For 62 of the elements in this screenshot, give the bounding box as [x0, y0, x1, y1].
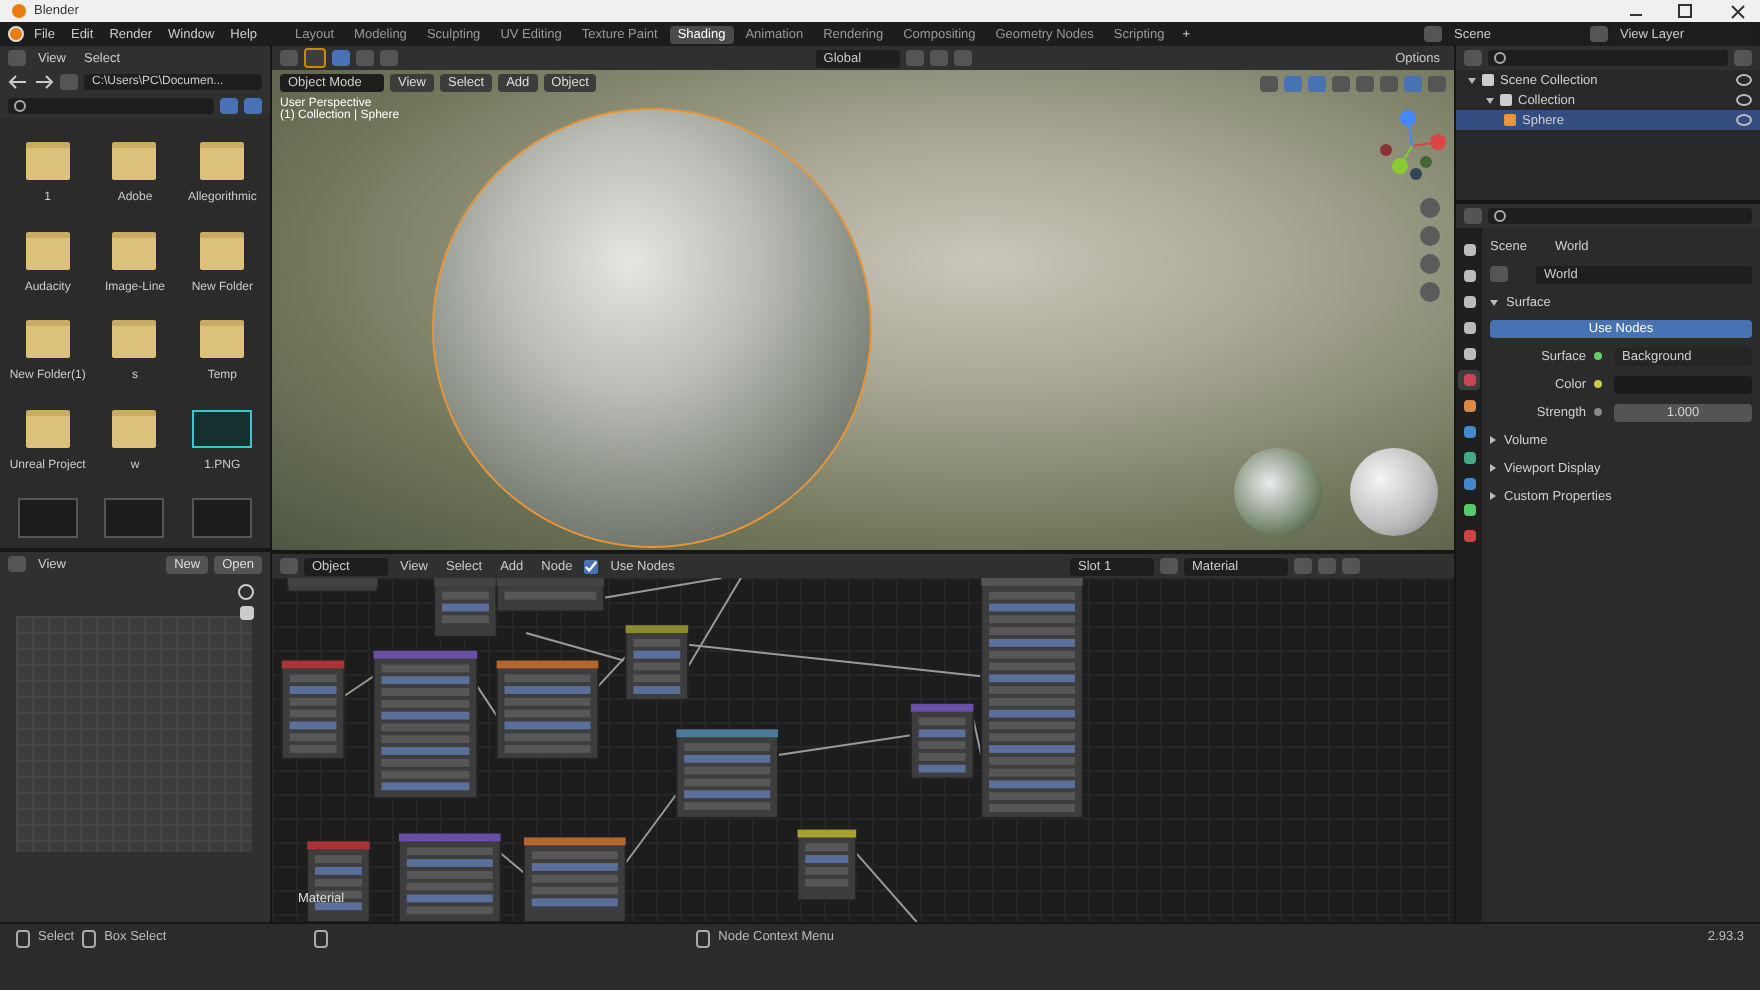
- shader-node[interactable]: [372, 649, 479, 800]
- expand-arrow-icon[interactable]: [1486, 97, 1494, 103]
- shader-node[interactable]: [495, 659, 600, 760]
- expand-arrow-icon: [1490, 299, 1498, 305]
- expand-arrow-icon: [1490, 492, 1496, 500]
- hdri-preview-sphere: [1234, 448, 1322, 536]
- shader-node[interactable]: [675, 728, 779, 819]
- properties-tab[interactable]: [1458, 240, 1480, 260]
- shader-node[interactable]: [286, 578, 379, 593]
- expand-arrow-icon: [1490, 436, 1496, 444]
- properties-tab[interactable]: [1458, 422, 1480, 442]
- properties-tab[interactable]: [1458, 526, 1480, 546]
- search-field[interactable]: [1488, 50, 1728, 66]
- node-link: [476, 685, 498, 717]
- search-field[interactable]: [8, 98, 214, 114]
- shader-node[interactable]: [980, 578, 1084, 819]
- properties-tab[interactable]: [1458, 448, 1480, 468]
- properties-tab[interactable]: [1458, 474, 1480, 494]
- socket-icon: [1594, 408, 1602, 416]
- object-icon: [1504, 114, 1516, 126]
- node-link: [499, 852, 525, 874]
- node-link: [972, 718, 983, 756]
- mouse-icon: [314, 930, 329, 948]
- search-field[interactable]: [1488, 208, 1752, 224]
- cursor-tool-icon[interactable]: [304, 48, 326, 68]
- maximize-icon[interactable]: [1678, 4, 1692, 18]
- shader-node[interactable]: [495, 578, 606, 613]
- socket-icon: [1594, 380, 1602, 388]
- search-icon: [1494, 210, 1506, 222]
- file-thumbnail[interactable]: [17, 498, 78, 539]
- shader-node[interactable]: [523, 836, 627, 922]
- hdri-preview-sphere: [1350, 448, 1438, 536]
- image-thumbnail[interactable]: [192, 409, 253, 448]
- properties-tab[interactable]: [1458, 500, 1480, 520]
- shader-node[interactable]: [280, 659, 346, 760]
- node-link: [624, 793, 678, 864]
- properties-tab[interactable]: [1458, 396, 1480, 416]
- shader-node[interactable]: [624, 624, 690, 701]
- file-thumbnail[interactable]: [192, 498, 253, 539]
- search-icon: [1494, 52, 1506, 64]
- shader-node[interactable]: [433, 578, 498, 638]
- mouse-icon: [16, 930, 30, 948]
- use-nodes-checkbox[interactable]: [584, 559, 599, 573]
- mouse-icon: [696, 930, 711, 948]
- properties-tab[interactable]: [1458, 344, 1480, 364]
- file-thumbnail[interactable]: [104, 498, 165, 539]
- node-link: [343, 675, 375, 697]
- forward-arrow-icon[interactable]: [34, 74, 54, 90]
- shader-node[interactable]: [909, 702, 975, 780]
- search-icon: [14, 100, 26, 112]
- shader-node[interactable]: [398, 832, 502, 922]
- back-arrow-icon[interactable]: [8, 74, 28, 90]
- node-link: [855, 852, 918, 922]
- zoom-icon[interactable]: [238, 584, 254, 600]
- expand-arrow-icon: [1490, 464, 1496, 472]
- properties-tab[interactable]: [1458, 318, 1480, 338]
- socket-icon: [1594, 352, 1602, 360]
- properties-tab[interactable]: [1458, 266, 1480, 286]
- shader-node[interactable]: [796, 828, 858, 902]
- properties-tab[interactable]: [1458, 292, 1480, 312]
- expand-arrow-icon[interactable]: [1468, 77, 1476, 83]
- mouse-icon: [82, 930, 97, 948]
